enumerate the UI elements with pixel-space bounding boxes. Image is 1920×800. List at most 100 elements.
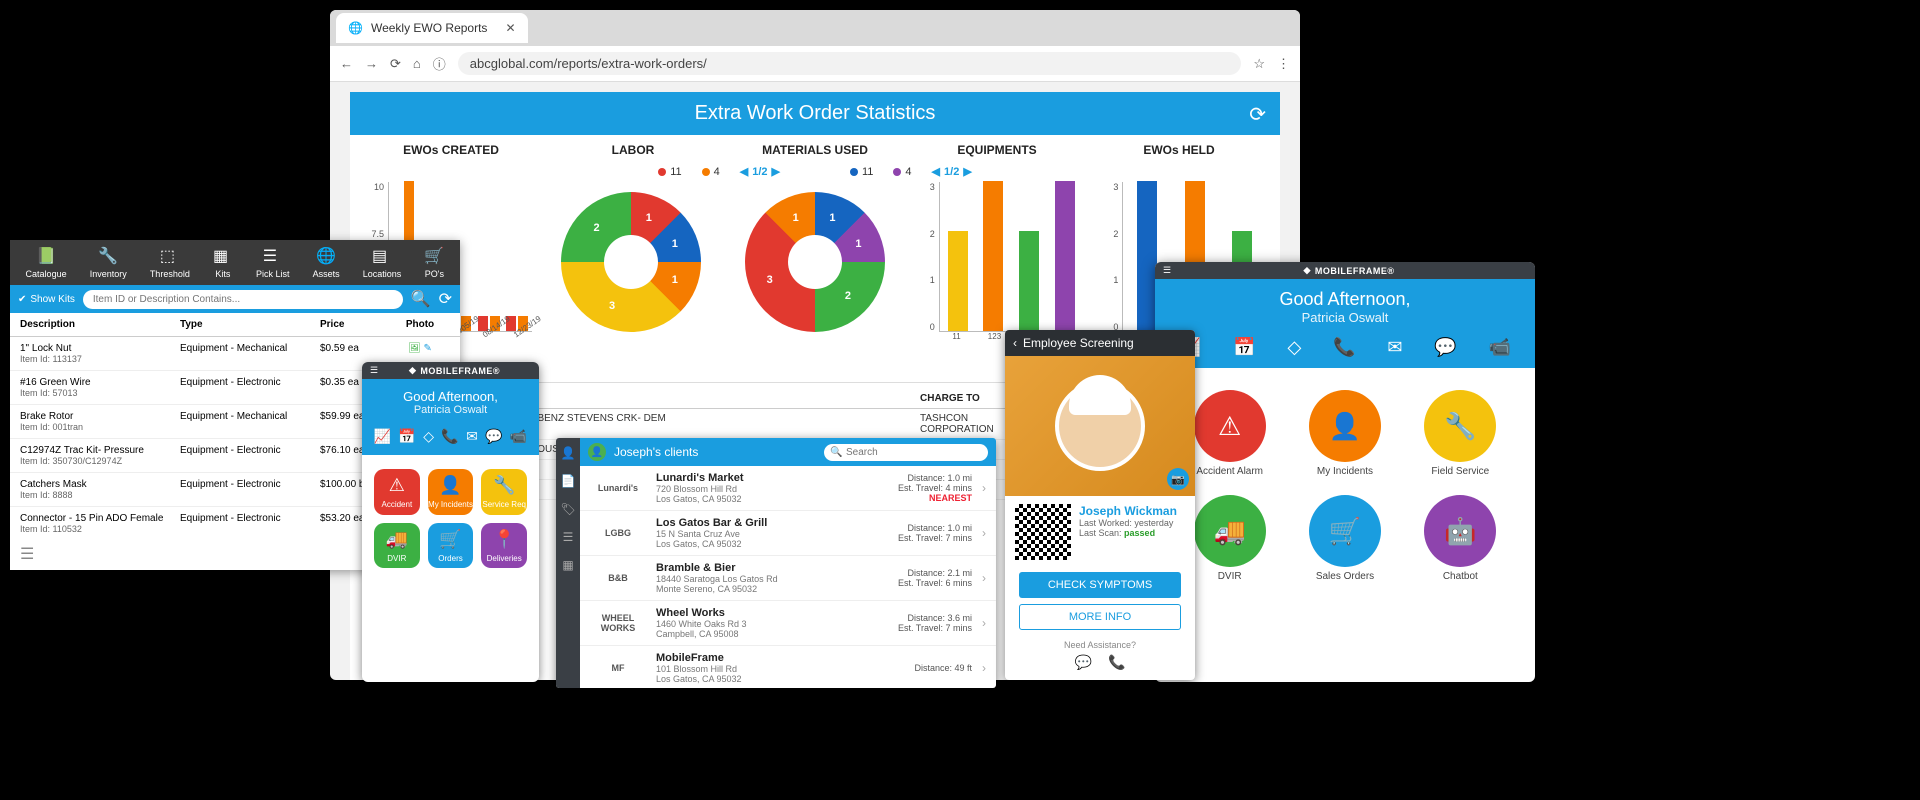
mail-icon[interactable]: ✉ [1387, 337, 1402, 358]
tile-sales-orders[interactable]: 🛒 Sales Orders [1296, 495, 1393, 582]
catalogue-icon: 📗 [36, 246, 56, 266]
tile-accident[interactable]: ⚠Accident [374, 469, 420, 515]
chart-pager[interactable]: ◀ 1/2 ▶ [740, 165, 780, 178]
catalogue-search-input[interactable] [83, 290, 403, 309]
avatar-icon[interactable]: 👤 [588, 443, 606, 461]
legend-dot-icon [702, 168, 710, 176]
client-row[interactable]: LGBG Los Gatos Bar & Grill15 N Santa Cru… [580, 511, 996, 556]
tag-icon[interactable]: ◇ [1287, 337, 1301, 358]
screening-titlebar: ‹ Employee Screening [1005, 330, 1195, 356]
dashboard-title-bar: Extra Work Order Statistics ⟳ [350, 92, 1280, 135]
my incidents-icon: 👤 [1309, 390, 1381, 462]
legend-dot-icon [658, 168, 666, 176]
user-icon[interactable]: 👤 [561, 446, 576, 460]
phone-header: Good Afternoon, Patricia Oswalt [1155, 279, 1535, 331]
tile-chatbot[interactable]: 🤖 Chatbot [1412, 495, 1509, 582]
url-field[interactable]: abcglobal.com/reports/extra-work-orders/ [458, 52, 1242, 75]
toolbar-inventory[interactable]: 🔧 Inventory [90, 246, 127, 279]
info-icon[interactable]: ⓘ [433, 54, 446, 73]
field service-icon: 🔧 [1424, 390, 1496, 462]
check-symptoms-button[interactable]: CHECK SYMPTOMS [1019, 572, 1181, 598]
employee-meta: Joseph Wickman Last Worked: yesterday La… [1079, 504, 1177, 560]
tile-my-incidents[interactable]: 👤My Incidents [428, 469, 474, 515]
client-row[interactable]: Lunardi's Lunardi's Market720 Blossom Hi… [580, 466, 996, 511]
video-icon[interactable]: 📹 [510, 428, 527, 445]
tab-title: Weekly EWO Reports [371, 21, 487, 35]
header-materials: MATERIALS USED [724, 143, 906, 157]
assist-label: Need Assistance? [1005, 640, 1195, 650]
reload-icon[interactable]: ⟳ [390, 56, 401, 72]
grid-icon[interactable]: ▦ [562, 558, 573, 572]
header-ewos-held: EWOs HELD [1088, 143, 1270, 157]
tile-my-incidents[interactable]: 👤 My Incidents [1296, 390, 1393, 477]
refresh-icon[interactable]: ⟳ [439, 289, 452, 309]
brand-logo: ◆ MOBILEFRAME® [1304, 265, 1395, 276]
calendar-icon[interactable]: 📅 [1233, 337, 1255, 358]
toolbar-kits[interactable]: ▦ Kits [213, 246, 233, 279]
forward-icon[interactable]: → [365, 56, 378, 71]
service req-icon: 🔧 [493, 475, 515, 496]
close-tab-icon[interactable]: ✕ [505, 21, 515, 35]
dvir-icon: 🚚 [1194, 495, 1266, 567]
tile-dvir[interactable]: 🚚 DVIR [1181, 495, 1278, 582]
chat-icon[interactable]: 💬 [1075, 654, 1092, 671]
circle-tile-grid: ⚠ Accident Alarm 👤 My Incidents 🔧 Field … [1155, 368, 1535, 604]
toolbar-assets[interactable]: 🌐 Assets [313, 246, 340, 279]
toolbar-pick list[interactable]: ☰ Pick List [256, 246, 290, 279]
menu-icon[interactable]: ☰ [1163, 265, 1171, 276]
tile-deliveries[interactable]: 📍Deliveries [481, 523, 527, 569]
tag-icon[interactable]: 🏷 [560, 502, 575, 516]
chart-materials: 11231 [727, 182, 903, 372]
star-icon[interactable]: ☆ [1253, 56, 1265, 72]
accident alarm-icon: ⚠ [1194, 390, 1266, 462]
chart-pager[interactable]: ◀ 1/2 ▶ [932, 165, 972, 178]
home-icon[interactable]: ⌂ [413, 56, 421, 71]
globe-icon: 🌐 [348, 21, 363, 35]
client-row[interactable]: MF MobileFrame101 Blossom Hill RdLos Gat… [580, 646, 996, 688]
tile-field-service[interactable]: 🔧 Field Service [1412, 390, 1509, 477]
chart-headers: EWOs CREATED LABOR MATERIALS USED EQUIPM… [350, 135, 1280, 165]
refresh-icon[interactable]: ⟳ [1249, 102, 1266, 127]
dashboard-title: Extra Work Order Statistics [695, 102, 936, 124]
chatbot-icon: 🤖 [1424, 495, 1496, 567]
clients-search-input[interactable] [824, 444, 988, 461]
toolbar-catalogue[interactable]: 📗 Catalogue [26, 246, 67, 279]
search-icon[interactable]: 🔍 [411, 289, 431, 309]
phone-icon[interactable]: 📞 [1108, 654, 1125, 671]
tile-service-req[interactable]: 🔧Service Req [481, 469, 527, 515]
show-kits-toggle[interactable]: ✔ Show Kits [18, 294, 75, 305]
catalogue-search-bar: ✔ Show Kits 🔍 ⟳ [10, 285, 460, 313]
toolbar-threshold[interactable]: ⬚ Threshold [150, 246, 190, 279]
toolbar-locations[interactable]: ▤ Locations [363, 246, 402, 279]
more-info-button[interactable]: MORE INFO [1019, 604, 1181, 630]
clients-header: 👤 Joseph's clients 🔍 [580, 438, 996, 466]
camera-icon[interactable]: 📷 [1167, 468, 1189, 490]
client-row[interactable]: B&B Bramble & Bier18440 Saratoga Los Gat… [580, 556, 996, 601]
phone-icon[interactable]: 📞 [441, 428, 458, 445]
edit-icon[interactable]: ✎ [424, 343, 432, 354]
chat-icon[interactable]: 💬 [1434, 337, 1456, 358]
browser-tab[interactable]: 🌐 Weekly EWO Reports ✕ [336, 13, 528, 43]
tile-dvir[interactable]: 🚚DVIR [374, 523, 420, 569]
clients-app: 👤 📄 🏷 ☰ ▦ 👤 Joseph's clients 🔍 Lunardi's… [556, 438, 996, 688]
tile-orders[interactable]: 🛒Orders [428, 523, 474, 569]
toolbar-po's[interactable]: 🛒 PO's [424, 246, 444, 279]
calendar-icon[interactable]: 📅 [398, 428, 415, 445]
phone-icon[interactable]: 📞 [1333, 337, 1355, 358]
menu-icon[interactable]: ☰ [370, 365, 378, 376]
screening-body: Joseph Wickman Last Worked: yesterday La… [1005, 496, 1195, 568]
tile-accident-alarm[interactable]: ⚠ Accident Alarm [1181, 390, 1278, 477]
chart-icon[interactable]: 📈 [374, 428, 391, 445]
qr-code [1015, 504, 1071, 560]
header-equipments: EQUIPMENTS [906, 143, 1088, 157]
back-icon[interactable]: ← [340, 56, 353, 71]
doc-icon[interactable]: 📄 [561, 474, 576, 488]
tag-icon[interactable]: ◇ [423, 428, 434, 445]
back-icon[interactable]: ‹ [1013, 336, 1017, 350]
client-row[interactable]: WHEEL WORKS Wheel Works1460 White Oaks R… [580, 601, 996, 646]
menu-icon[interactable]: ⋮ [1277, 56, 1290, 72]
chat-icon[interactable]: 💬 [485, 428, 502, 445]
video-icon[interactable]: 📹 [1489, 337, 1511, 358]
list-icon[interactable]: ☰ [563, 530, 574, 544]
mail-icon[interactable]: ✉ [466, 428, 478, 445]
